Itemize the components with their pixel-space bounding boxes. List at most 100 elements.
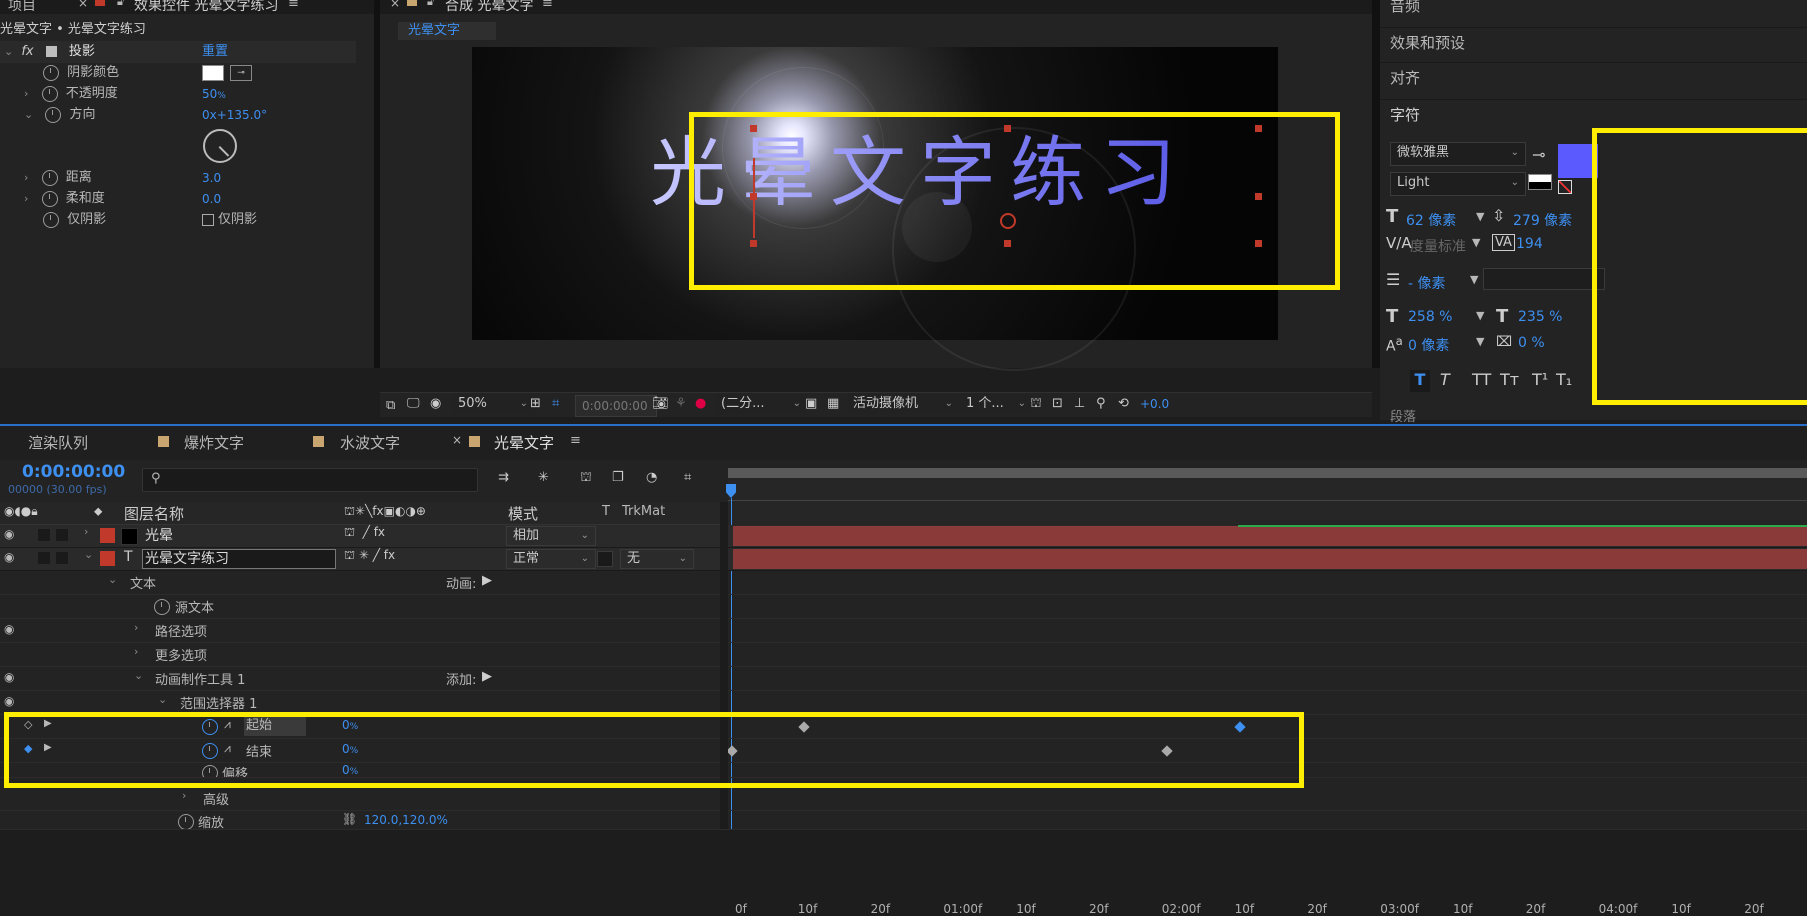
shadow-color-swatch[interactable] [202,65,224,81]
comp-name-tab[interactable]: 光晕文字 [398,22,496,40]
stopwatch-icon[interactable] [41,85,58,102]
superscript-button[interactable]: T¹ [1532,370,1548,389]
vertical-scale-value[interactable]: 258 % [1408,309,1452,325]
tsume-value[interactable]: 0 % [1518,335,1545,351]
effect-header-row[interactable]: ⌄ fx 投影 重置 [0,41,356,63]
chevron-down-icon[interactable]: ⌄ [24,108,33,121]
panel-menu-icon[interactable]: ≡ [288,0,299,11]
layer-switches[interactable]: ⛫ ╱ fx [344,525,385,541]
font-size-dropdown-arrow[interactable]: ▼ [1476,210,1484,223]
tree-row-advanced[interactable]: › 高级 [0,787,1807,811]
panel-divider[interactable] [1372,0,1380,368]
chevron-down-icon[interactable]: ⌄ [4,45,13,58]
stopwatch-icon[interactable] [41,190,58,207]
kerning-dropdown-arrow[interactable]: ▼ [1472,236,1480,249]
snapshot-camera-icon[interactable]: 📷︎ [652,396,669,411]
chevron-down-icon[interactable]: ⌄ [134,669,143,682]
solo-switch[interactable] [38,529,50,541]
motion-blur-icon[interactable]: ◔ [646,470,657,485]
effects-presets-panel-header[interactable]: 效果和预设 [1380,27,1807,58]
time-ruler[interactable] [728,468,1807,524]
animate-menu-button[interactable]: ▶ [482,573,492,588]
chevron-right-icon[interactable]: › [84,525,88,538]
lock-icon[interactable]: 🔓︎ [427,0,434,9]
stroke-style-dropdown[interactable] [1483,268,1605,290]
trkmat-dropdown[interactable]: 无 ⌄ [620,549,694,569]
font-family-dropdown[interactable]: 微软雅黑 ⌄ [1390,142,1526,166]
lock-switch[interactable] [56,529,68,541]
close-icon[interactable]: × [452,433,462,447]
resolution-dropdown[interactable]: (二分... ⌄ [715,394,807,414]
chevron-down-icon[interactable]: ⌄ [108,573,117,586]
transparency-grid-icon[interactable]: ▦ [827,396,839,411]
panel-menu-icon[interactable]: ≡ [542,0,553,11]
solo-switch[interactable] [38,552,50,564]
faux-italic-button[interactable]: T [1440,370,1450,389]
panel-menu-icon[interactable]: ≡ [570,433,581,448]
monitor-icon[interactable]: 🖵︎ [407,396,420,411]
vertical-scale-dropdown-arrow[interactable]: ▼ [1476,309,1484,322]
paragraph-panel-header[interactable]: 段落 [1390,406,1416,425]
small-caps-button[interactable]: Tт [1500,370,1519,389]
lock-icon[interactable]: 🔓︎ [117,0,124,9]
current-timecode[interactable]: 0:00:00:00 [22,462,125,482]
chevron-right-icon[interactable]: › [24,192,28,205]
layer-name-field[interactable]: 光晕文字练习 [142,549,336,569]
flowchart-icon[interactable]: ⚲ [1096,396,1106,411]
eye-icon[interactable]: ◉ [4,622,14,636]
scale-value[interactable]: 120.0,120.0% [364,813,448,827]
character-panel-header[interactable]: 字符 [1380,99,1807,130]
stopwatch-icon[interactable] [154,599,170,615]
default-colors-icon[interactable] [1528,174,1552,190]
timeline-search-input[interactable]: ⚲ [142,468,478,492]
kerning-value[interactable]: 度量标准 [1410,236,1466,256]
eye-icon[interactable]: ◉ [4,527,14,541]
chevron-down-icon[interactable]: ⌄ [158,693,167,706]
tree-row-path-options[interactable]: ◉ › 路径选项 [0,619,1807,643]
eye-icon[interactable]: ◉ [4,670,14,684]
layer-bar[interactable] [733,526,1807,546]
tree-row-scale[interactable]: 缩放 ⛓ 120.0,120.0% [0,811,1807,830]
faux-bold-button[interactable]: T [1410,370,1430,392]
comp-panel-tab[interactable]: 合成 光晕文字 [445,0,533,15]
chevron-right-icon[interactable]: › [24,171,28,184]
zoom-dropdown[interactable]: 50% ⌄ [452,394,534,414]
always-preview-icon[interactable]: ⧉ [386,398,395,413]
work-area-bar[interactable] [728,468,1807,478]
viewer-timecode[interactable]: 0:00:00:00 [575,395,657,417]
preserve-transparency-switch[interactable] [597,551,613,567]
stopwatch-icon[interactable] [45,106,62,123]
tab-ripple-text[interactable]: 水波文字 [340,432,400,453]
column-trkmat[interactable]: TrkMat [622,504,665,519]
layer-label-color[interactable] [100,528,115,543]
stopwatch-icon[interactable] [41,169,58,186]
show-snapshot-icon[interactable]: ⚘ [675,396,687,411]
baseline-shift-value[interactable]: 0 像素 [1408,335,1449,355]
color-channels-icon[interactable]: ● [695,396,706,411]
blend-mode-dropdown[interactable]: 相加 ⌄ [506,526,596,546]
close-icon[interactable]: × [78,0,88,10]
blend-mode-dropdown[interactable]: 正常 ⌄ [506,549,596,569]
chevron-right-icon[interactable]: › [134,621,138,634]
timeline-icon[interactable]: ⊥ [1074,396,1085,411]
font-style-dropdown[interactable]: Light ⌄ [1390,172,1526,196]
layer-bar[interactable] [733,549,1807,569]
direction-value[interactable]: 0x+135.0° [202,104,267,126]
exposure-value[interactable]: +0.0 [1140,397,1169,411]
audio-panel-header[interactable]: 音频 [1390,0,1420,16]
baseline-shift-dropdown-arrow[interactable]: ▼ [1476,335,1484,348]
fx-icon[interactable]: fx [21,44,33,59]
draft-3d-icon[interactable]: ✳ [538,470,549,485]
camera-dropdown[interactable]: 活动摄像机 ⌄ [847,394,959,414]
layer-row-glow[interactable]: ◉ › 光晕 ⛫ ╱ fx 相加 ⌄ [0,525,1807,548]
mask-visibility-icon[interactable]: ◉ [430,396,441,411]
comp-flowchart-icon[interactable]: ⇉ [498,470,509,485]
eye-icon[interactable]: ◉ [4,694,14,708]
stopwatch-icon[interactable] [178,814,194,829]
link-icon[interactable]: ⛓ [342,812,357,826]
angle-dial[interactable] [203,129,237,163]
graph-editor-icon[interactable]: ⌗ [684,470,691,485]
close-icon[interactable]: × [390,0,400,10]
font-size-value[interactable]: 62 像素 [1406,210,1456,230]
safe-zones-icon[interactable]: ⊞ [530,396,541,411]
